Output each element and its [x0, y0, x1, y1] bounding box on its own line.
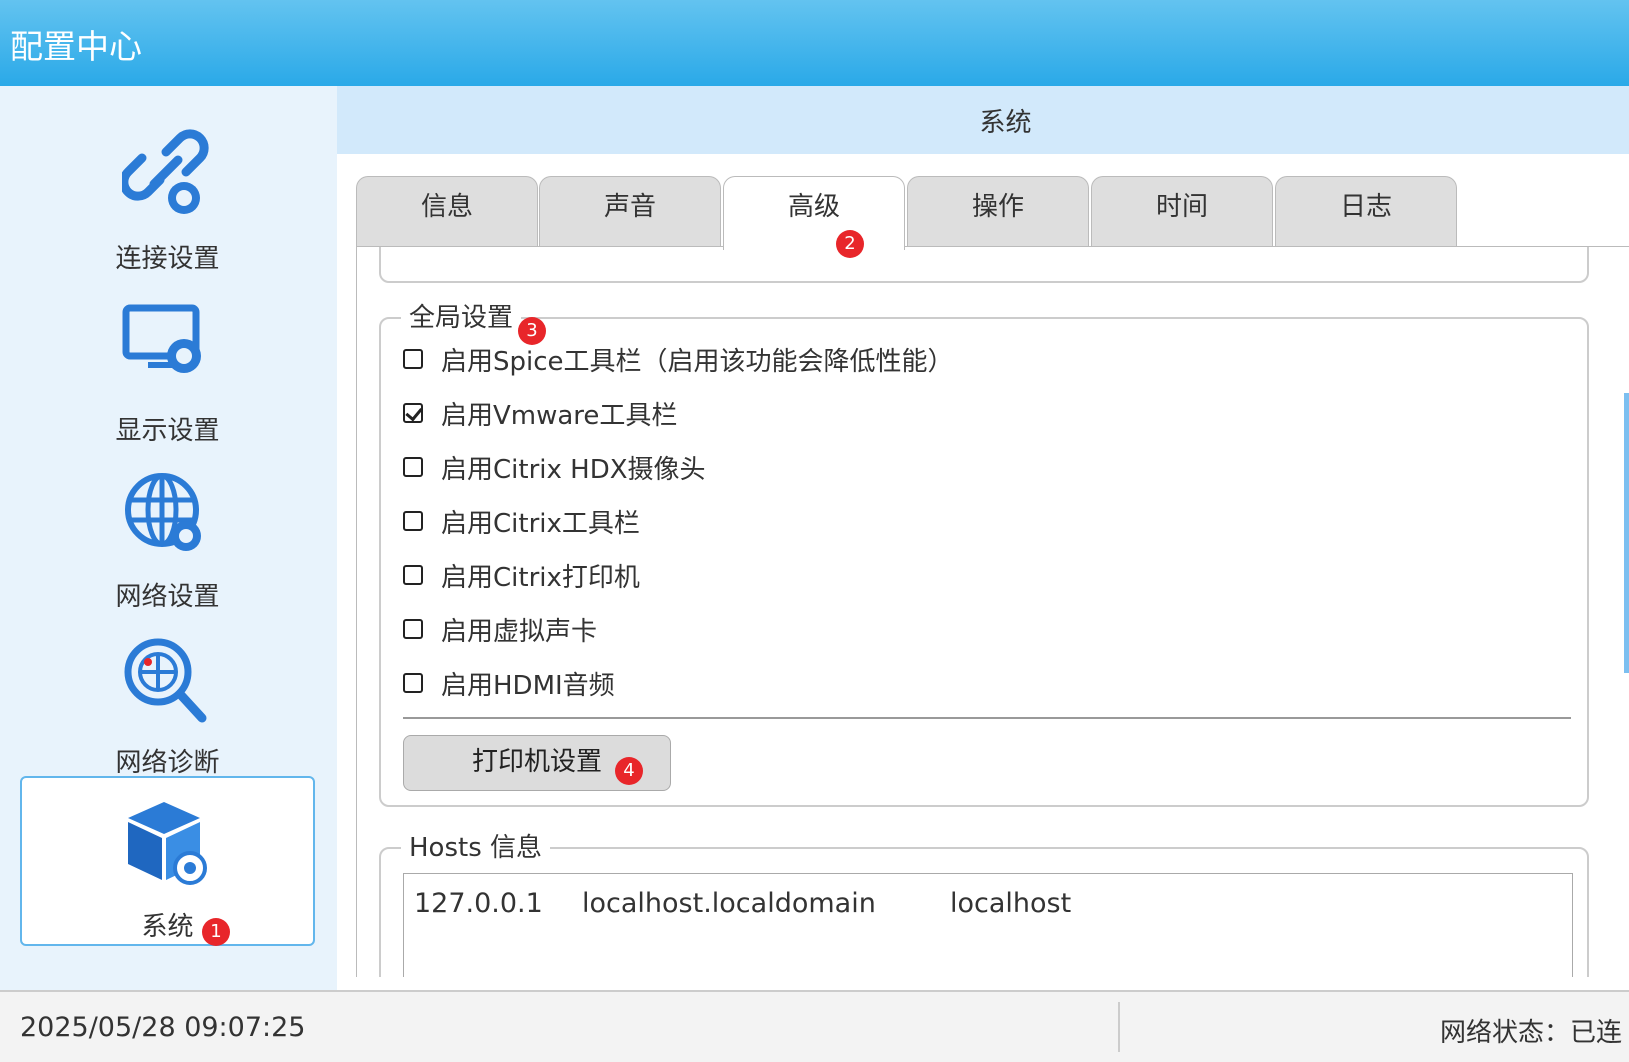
hosts-textarea[interactable]: 127.0.0.1 localhost.localdomain localhost: [403, 873, 1573, 977]
sidebar-item-label: 系统: [141, 912, 194, 942]
badge-2: 2: [836, 230, 864, 258]
option-virtual-soundcard[interactable]: 启用虚拟声卡: [403, 609, 597, 649]
hosts-ip: 127.0.0.1: [414, 888, 543, 919]
sidebar-item-label: 网络诊断: [115, 748, 220, 778]
checkbox[interactable]: [403, 565, 423, 585]
content-header-title: 系统: [979, 108, 1032, 138]
checkbox[interactable]: [403, 511, 423, 531]
global-settings-legend: 全局设置: [401, 297, 522, 334]
scrollbar[interactable]: [1624, 393, 1629, 673]
hosts-fqdn: localhost.localdomain: [582, 888, 876, 919]
globe-gear-icon: [125, 473, 201, 551]
checkbox[interactable]: [403, 457, 423, 477]
option-citrix-hdx-camera[interactable]: 启用Citrix HDX摄像头: [403, 447, 706, 487]
checkbox[interactable]: [403, 403, 423, 423]
option-label: 启用Citrix工具栏: [441, 508, 640, 539]
option-citrix-toolbar[interactable]: 启用Citrix工具栏: [403, 501, 640, 541]
sidebar-item-network[interactable]: 网络设置: [20, 448, 315, 618]
option-spice-toolbar[interactable]: 启用Spice工具栏（启用该功能会降低性能）: [403, 339, 954, 379]
sidebar-item-diagnosis[interactable]: 网络诊断: [20, 614, 315, 784]
checkbox[interactable]: [403, 349, 423, 369]
status-network: 网络状态：已连: [1440, 1018, 1623, 1048]
status-separator: [1118, 1002, 1120, 1052]
badge-1: 1: [202, 918, 230, 946]
tab-log[interactable]: 日志: [1275, 176, 1457, 248]
option-label: 启用Citrix HDX摄像头: [441, 454, 706, 485]
link-gear-icon: [122, 129, 209, 214]
sidebar-item-display[interactable]: 显示设置: [20, 282, 315, 452]
option-label: 启用虚拟声卡: [441, 616, 598, 647]
sidebar-item-connection[interactable]: 连接设置: [20, 110, 315, 280]
advanced-panel[interactable]: 全局设置 启用Spice工具栏（启用该功能会降低性能） 启用Vmware工具栏 …: [356, 246, 1629, 977]
sidebar-item-label: 连接设置: [115, 244, 220, 274]
global-settings-group: 全局设置 启用Spice工具栏（启用该功能会降低性能） 启用Vmware工具栏 …: [379, 297, 1589, 807]
cube-gear-icon: [128, 802, 207, 885]
content-header: 系统: [337, 86, 1629, 154]
badge-4: 4: [615, 757, 643, 785]
option-citrix-printer[interactable]: 启用Citrix打印机: [403, 555, 640, 595]
previous-group: [379, 247, 1589, 283]
tab-info[interactable]: 信息: [356, 176, 538, 248]
option-label: 启用Vmware工具栏: [441, 400, 678, 431]
hosts-alias: localhost: [950, 888, 1072, 919]
option-label: 启用Spice工具栏（启用该功能会降低性能）: [441, 346, 954, 377]
badge-3: 3: [518, 317, 546, 345]
status-datetime: 2025/05/28 09:07:25: [20, 1012, 306, 1043]
sidebar-item-label: 显示设置: [115, 416, 220, 446]
option-vmware-toolbar[interactable]: 启用Vmware工具栏: [403, 393, 677, 433]
sidebar-item-label: 网络设置: [115, 582, 220, 612]
hosts-line: 127.0.0.1 localhost.localdomain localhost: [414, 888, 1071, 919]
option-label: 启用HDMI音频: [441, 670, 615, 701]
option-label: 启用Citrix打印机: [441, 562, 640, 593]
tab-time[interactable]: 时间: [1091, 176, 1273, 248]
hosts-group: Hosts 信息 127.0.0.1 localhost.localdomain l…: [379, 827, 1589, 977]
sidebar-item-system[interactable]: 系统: [20, 776, 315, 946]
status-bar: 2025/05/28 09:07:25 网络状态：已连: [0, 990, 1629, 1062]
sidebar: 连接设置 显示设置 网络设置 网络诊断 系统: [0, 86, 337, 1000]
checkbox[interactable]: [403, 673, 423, 693]
window-title: 配置中心: [10, 27, 142, 66]
hosts-legend: Hosts 信息: [401, 827, 551, 864]
checkbox[interactable]: [403, 619, 423, 639]
monitor-gear-icon: [122, 304, 201, 373]
title-bar: 配置中心: [0, 0, 1629, 86]
tab-advanced[interactable]: 高级: [723, 176, 905, 250]
globe-magnifier-icon: [124, 638, 207, 723]
tab-operation[interactable]: 操作: [907, 176, 1089, 248]
divider: [403, 717, 1571, 719]
tab-sound[interactable]: 声音: [539, 176, 721, 248]
option-hdmi-audio[interactable]: 启用HDMI音频: [403, 663, 615, 703]
